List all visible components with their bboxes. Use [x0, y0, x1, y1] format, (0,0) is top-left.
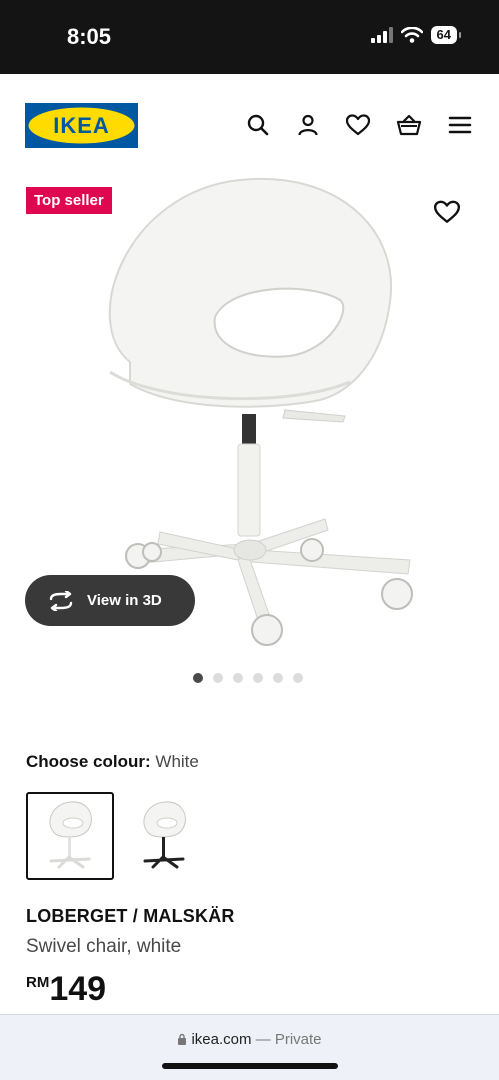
cellular-signal-icon — [370, 27, 393, 43]
gallery-dot-1[interactable] — [193, 673, 203, 683]
view-in-3d-label: View in 3D — [87, 592, 162, 609]
price-currency: RM — [26, 974, 50, 991]
gallery-dot-6[interactable] — [293, 673, 303, 683]
url-separator: — — [251, 1031, 275, 1048]
menu-icon — [448, 116, 472, 134]
account-button[interactable] — [294, 111, 322, 139]
rotate-3d-icon — [49, 590, 73, 611]
search-icon — [247, 114, 269, 136]
account-icon — [298, 114, 318, 136]
product-description: Swivel chair, white — [26, 936, 182, 957]
wifi-icon — [400, 27, 423, 43]
status-time: 8:05 — [67, 24, 112, 49]
url-display[interactable]: ikea.com — Private — [0, 1031, 499, 1048]
white-chair-thumbnail — [49, 801, 92, 869]
colour-chooser-label: Choose colour: White — [26, 752, 199, 772]
selected-colour-value: White — [155, 752, 199, 771]
black-base-chair-thumbnail — [143, 801, 186, 869]
add-to-favourites-heart-icon[interactable] — [433, 199, 461, 225]
colour-option-black[interactable] — [120, 792, 208, 880]
gallery-pagination — [193, 673, 303, 683]
basket-button[interactable] — [395, 111, 423, 139]
gallery-dot-3[interactable] — [233, 673, 243, 683]
site-header: IKEA — [0, 74, 499, 174]
basket-icon — [396, 114, 422, 136]
home-indicator[interactable] — [162, 1063, 338, 1069]
logo-text: IKEA — [53, 113, 110, 138]
price-amount: 149 — [49, 970, 107, 1008]
ikea-logo[interactable]: IKEA — [25, 103, 138, 148]
private-mode-label: Private — [274, 1031, 322, 1048]
product-name[interactable]: LOBERGET / MALSKÄR — [26, 906, 235, 927]
browser-address-bar[interactable]: ikea.com — Private — [0, 1014, 499, 1080]
heart-icon — [345, 114, 371, 136]
view-in-3d-button[interactable]: View in 3D — [25, 575, 195, 626]
status-bar: 8:05 64 — [0, 0, 499, 74]
product-price: RM 149 — [26, 968, 106, 1010]
gallery-dot-4[interactable] — [253, 673, 263, 683]
choose-colour-label: Choose colour: — [26, 752, 151, 771]
menu-button[interactable] — [446, 111, 474, 139]
url-domain: ikea.com — [191, 1031, 252, 1048]
top-seller-badge: Top seller — [26, 187, 112, 214]
search-button[interactable] — [244, 111, 272, 139]
favourites-button[interactable] — [344, 111, 372, 139]
gallery-dot-2[interactable] — [213, 673, 223, 683]
gallery-dot-5[interactable] — [273, 673, 283, 683]
status-icons: 64 — [370, 26, 462, 44]
lock-icon — [178, 1033, 187, 1045]
colour-option-white[interactable] — [26, 792, 114, 880]
battery-icon: 64 — [430, 26, 462, 44]
